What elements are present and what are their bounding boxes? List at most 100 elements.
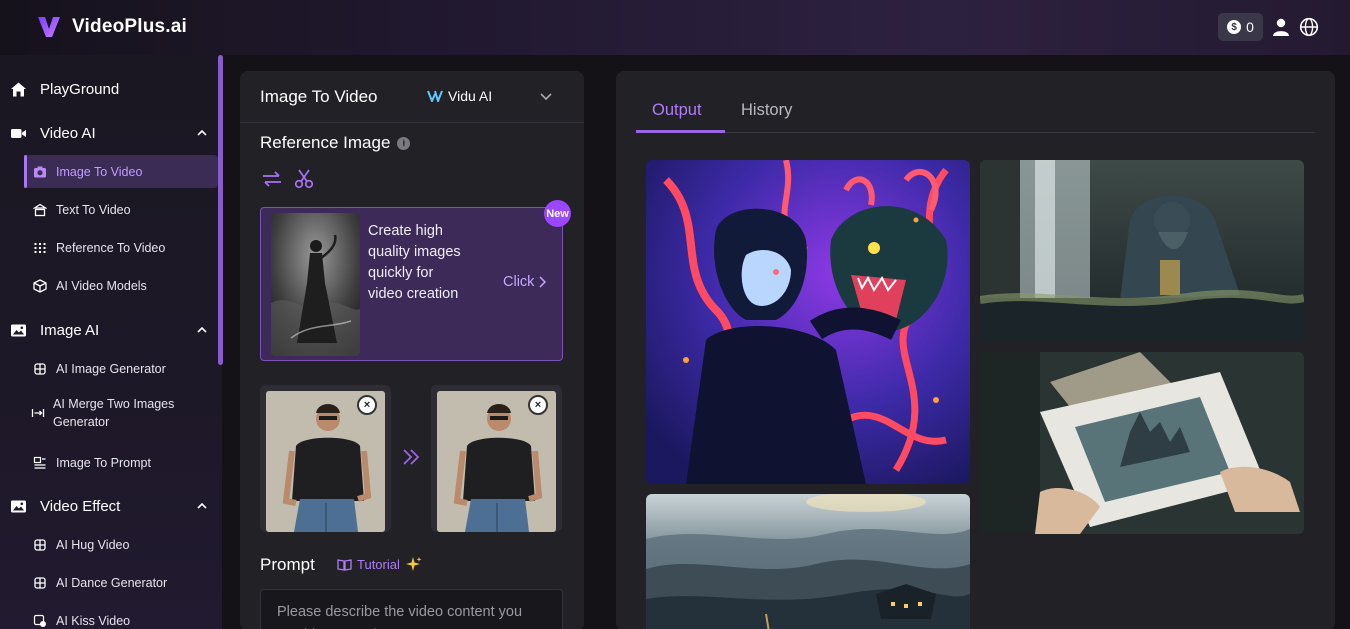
output-image [980,160,1304,342]
brand-name: VideoPlus.ai [72,16,188,37]
active-tab-indicator [636,130,725,133]
sidebar-item-label: Image To Prompt [56,455,151,470]
sidebar-item-ai-image-generator[interactable]: AI Image Generator [24,352,218,385]
credits-count: 0 [1246,19,1254,35]
tab-output[interactable]: Output [652,101,702,120]
camera-icon [34,166,46,177]
vidu-logo-icon [427,90,443,102]
video-camera-icon [11,128,26,138]
chevron-up-icon [197,326,207,333]
scissors-icon[interactable] [293,168,315,190]
image-icon [11,500,26,512]
text-icon [33,203,47,216]
prompt-input[interactable]: Please describe the video content you wa… [260,589,563,629]
sidebar-item-label: AI Merge Two Images Generator [53,396,175,429]
sidebar-group-image-ai[interactable]: Image AI [0,310,218,350]
coin-icon: $ [1227,20,1242,34]
sidebar-group-video-ai[interactable]: Video AI [0,113,218,153]
generation-panel: Image To Video Vidu AI Reference Image i [240,71,584,629]
sidebar-item-label: AI Kiss Video [56,613,131,628]
book-icon [337,559,352,571]
tab-history[interactable]: History [741,101,792,120]
promo-image [271,213,360,356]
double-chevron-right-icon [403,449,420,465]
image-icon [11,324,26,336]
target-image-slot[interactable]: × [431,385,562,532]
sidebar-item-image-to-prompt[interactable]: Image To Prompt [24,446,218,479]
kiss-icon [33,614,46,627]
sidebar-group-label: Image AI [40,321,100,339]
logo-v-icon [38,17,60,37]
output-image [980,352,1304,534]
sidebar-item-image-to-video[interactable]: Image To Video [24,155,218,188]
sidebar-item-playground[interactable]: PlayGround [0,69,218,109]
user-icon[interactable] [1271,17,1291,37]
prompt-placeholder: Please describe the video content you wa… [277,604,523,629]
sidebar: PlayGround Video AI Image To Video Text … [0,55,223,629]
sidebar-group-label: PlayGround [40,80,120,98]
sidebar-item-label: Reference To Video [56,240,166,255]
output-image [646,160,970,484]
remove-target-image-button[interactable]: × [528,395,548,415]
sidebar-item-label: Image To Video [56,164,143,179]
output-panel: Output History [616,71,1335,629]
sidebar-item-text-to-video[interactable]: Text To Video [24,193,218,226]
remove-source-image-button[interactable]: × [357,395,377,415]
globe-icon[interactable] [1299,17,1319,37]
output-card-waterfall-statue[interactable] [980,160,1304,342]
output-image [646,494,970,629]
credits-badge[interactable]: $ 0 [1218,13,1263,41]
chevron-up-icon [197,129,207,136]
click-label: Click [503,274,535,290]
chevron-down-icon[interactable] [539,89,553,103]
sidebar-item-ai-merge-two-images[interactable]: AI Merge Two Images Generator [24,390,218,435]
sidebar-item-label: AI Hug Video [56,537,130,552]
promo-card[interactable]: Create high quality images quickly for v… [260,200,571,361]
brand-logo[interactable]: VideoPlus.ai [36,14,187,40]
output-card-misty-village[interactable] [646,494,970,629]
sidebar-item-ai-kiss-video[interactable]: AI Kiss Video [24,604,218,629]
chevron-right-icon [539,276,547,288]
sparkle-icon [34,576,46,589]
panel-header: Image To Video Vidu AI [240,71,584,123]
top-header: VideoPlus.ai $ 0 [0,0,1350,55]
grid-icon [34,242,46,253]
chevron-up-icon [197,502,207,509]
sparkle-icon [34,362,46,375]
info-icon[interactable]: i [397,136,411,150]
new-badge: New [544,200,571,227]
output-card-envelope-photo[interactable] [980,352,1304,534]
model-selector[interactable]: Vidu AI [427,88,492,104]
sidebar-item-label: AI Image Generator [56,361,166,376]
sidebar-group-video-effect[interactable]: Video Effect [0,486,218,526]
sidebar-scrollbar[interactable] [218,55,223,365]
cube-icon [33,278,47,293]
doc-icon [33,456,46,469]
promo-text: Create high quality images quickly for v… [368,223,461,302]
swap-icon[interactable] [261,168,283,190]
merge-icon [31,408,45,417]
sidebar-item-ai-video-models[interactable]: AI Video Models [24,269,218,302]
reference-image-label: Reference Image [260,133,391,152]
output-tabs: Output History [636,71,1315,133]
sidebar-item-label: Text To Video [56,202,131,217]
sidebar-item-ai-hug-video[interactable]: AI Hug Video [24,528,218,561]
tutorial-link[interactable]: Tutorial [337,556,422,573]
reference-image-title: Reference Image i [260,133,411,153]
home-icon [11,82,26,96]
panel-title: Image To Video [260,87,378,106]
sidebar-item-ai-dance-generator[interactable]: AI Dance Generator [24,566,218,599]
prompt-title: Prompt [260,555,315,574]
sparkles-icon [405,557,422,571]
sidebar-item-label: AI Video Models [56,278,147,293]
tutorial-label: Tutorial [357,557,400,572]
model-name: Vidu AI [448,88,493,104]
output-card-anime-monster[interactable] [646,160,970,484]
sidebar-group-label: Video Effect [40,497,121,515]
sidebar-item-reference-to-video[interactable]: Reference To Video [24,231,218,264]
sparkle-icon [34,538,46,551]
sidebar-item-label: AI Dance Generator [56,575,168,590]
sidebar-group-label: Video AI [40,124,96,142]
source-image-slot[interactable]: × [260,385,391,532]
promo-click-link[interactable]: Click [503,274,547,290]
